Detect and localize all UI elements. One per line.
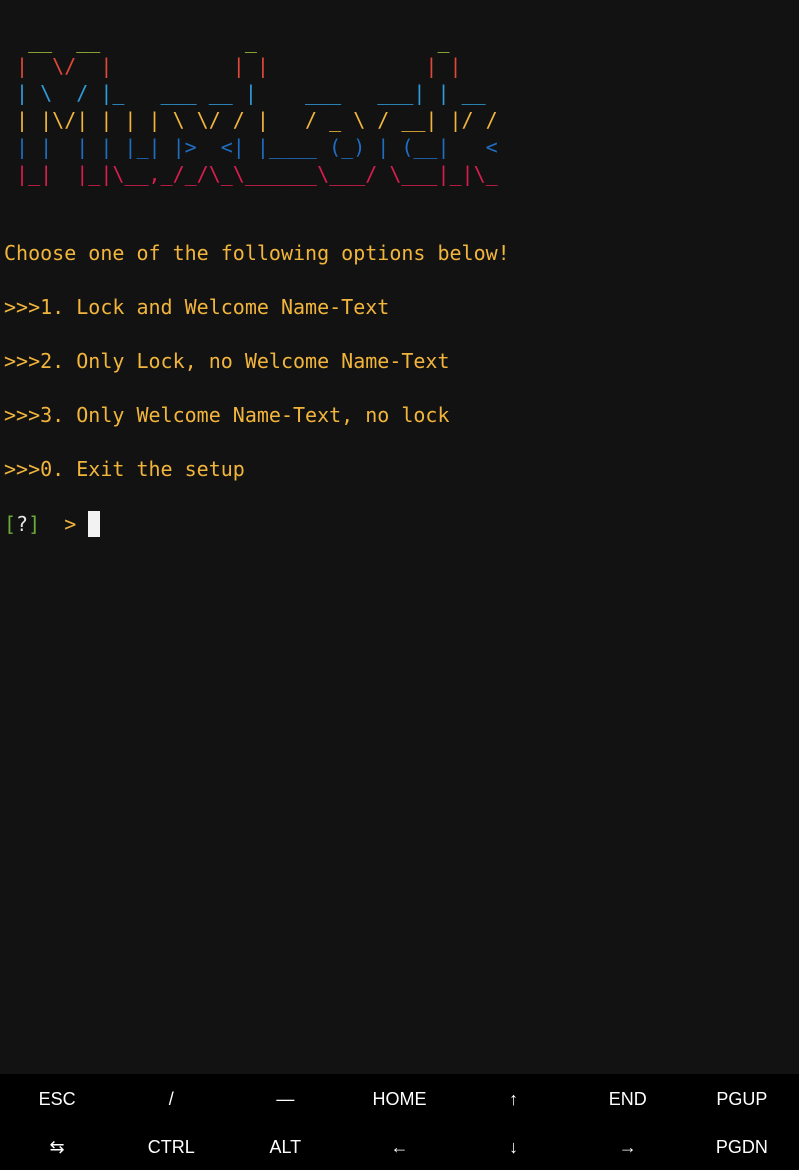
extra-keys-row-1: ESC / — HOME ↑ END PGUP [0, 1074, 799, 1124]
extra-keys-row-2: ⇆ CTRL ALT ← ↓ → PGDN [0, 1122, 799, 1170]
alt-key[interactable]: ALT [228, 1122, 342, 1170]
banner-line-6: |_| |_|\__,_/_/\_\______\___/ \___|_|\_ [4, 162, 498, 186]
prompt-bracket-close: ] [28, 512, 41, 536]
banner-line-4: | |\/| | | | \ \/ / | / _ \ / __| |/ / [4, 108, 498, 132]
tab-key-icon[interactable]: ⇆ [0, 1122, 114, 1170]
pgdn-key[interactable]: PGDN [685, 1122, 799, 1170]
instruction-text: Choose one of the following options belo… [4, 241, 510, 265]
option-2: >>>2. Only Lock, no Welcome Name-Text [4, 349, 450, 373]
esc-key[interactable]: ESC [0, 1074, 114, 1124]
termux-screen: __ __ _ _ | \/ | | | | | | \ / |_ ___ __… [0, 0, 799, 1170]
option-0: >>>0. Exit the setup [4, 457, 245, 481]
extra-keys-bar: ESC / — HOME ↑ END PGUP ⇆ CTRL ALT ← ↓ →… [0, 1074, 799, 1170]
prompt-bracket-open: [ [4, 512, 17, 536]
banner-line-3: | \ / |_ ___ __ | ___ ___| | __ [4, 81, 486, 105]
home-key[interactable]: HOME [342, 1074, 456, 1124]
prompt-arrow: > [40, 512, 89, 536]
terminal-output[interactable]: __ __ _ _ | \/ | | | | | | \ / |_ ___ __… [0, 0, 799, 1074]
input-prompt[interactable]: [?] > [4, 510, 101, 538]
arrow-right-key[interactable]: → [571, 1122, 685, 1170]
arrow-up-key[interactable]: ↑ [457, 1074, 571, 1124]
option-3: >>>3. Only Welcome Name-Text, no lock [4, 403, 450, 427]
banner-line-2: | \/ | | | | | [4, 54, 462, 78]
pgup-key[interactable]: PGUP [685, 1074, 799, 1124]
slash-key[interactable]: / [114, 1074, 228, 1124]
prompt-question: ? [16, 512, 29, 536]
option-1: >>>1. Lock and Welcome Name-Text [4, 295, 390, 319]
dash-key[interactable]: — [228, 1074, 342, 1124]
banner-line-1: __ __ _ _ [4, 29, 450, 53]
banner-line-5: | | | | |_| |> <| |____ (_) | (__| < [4, 135, 498, 159]
arrow-down-key[interactable]: ↓ [457, 1122, 571, 1170]
text-cursor [88, 511, 101, 537]
arrow-left-key[interactable]: ← [342, 1122, 456, 1170]
end-key[interactable]: END [571, 1074, 685, 1124]
ctrl-key[interactable]: CTRL [114, 1122, 228, 1170]
